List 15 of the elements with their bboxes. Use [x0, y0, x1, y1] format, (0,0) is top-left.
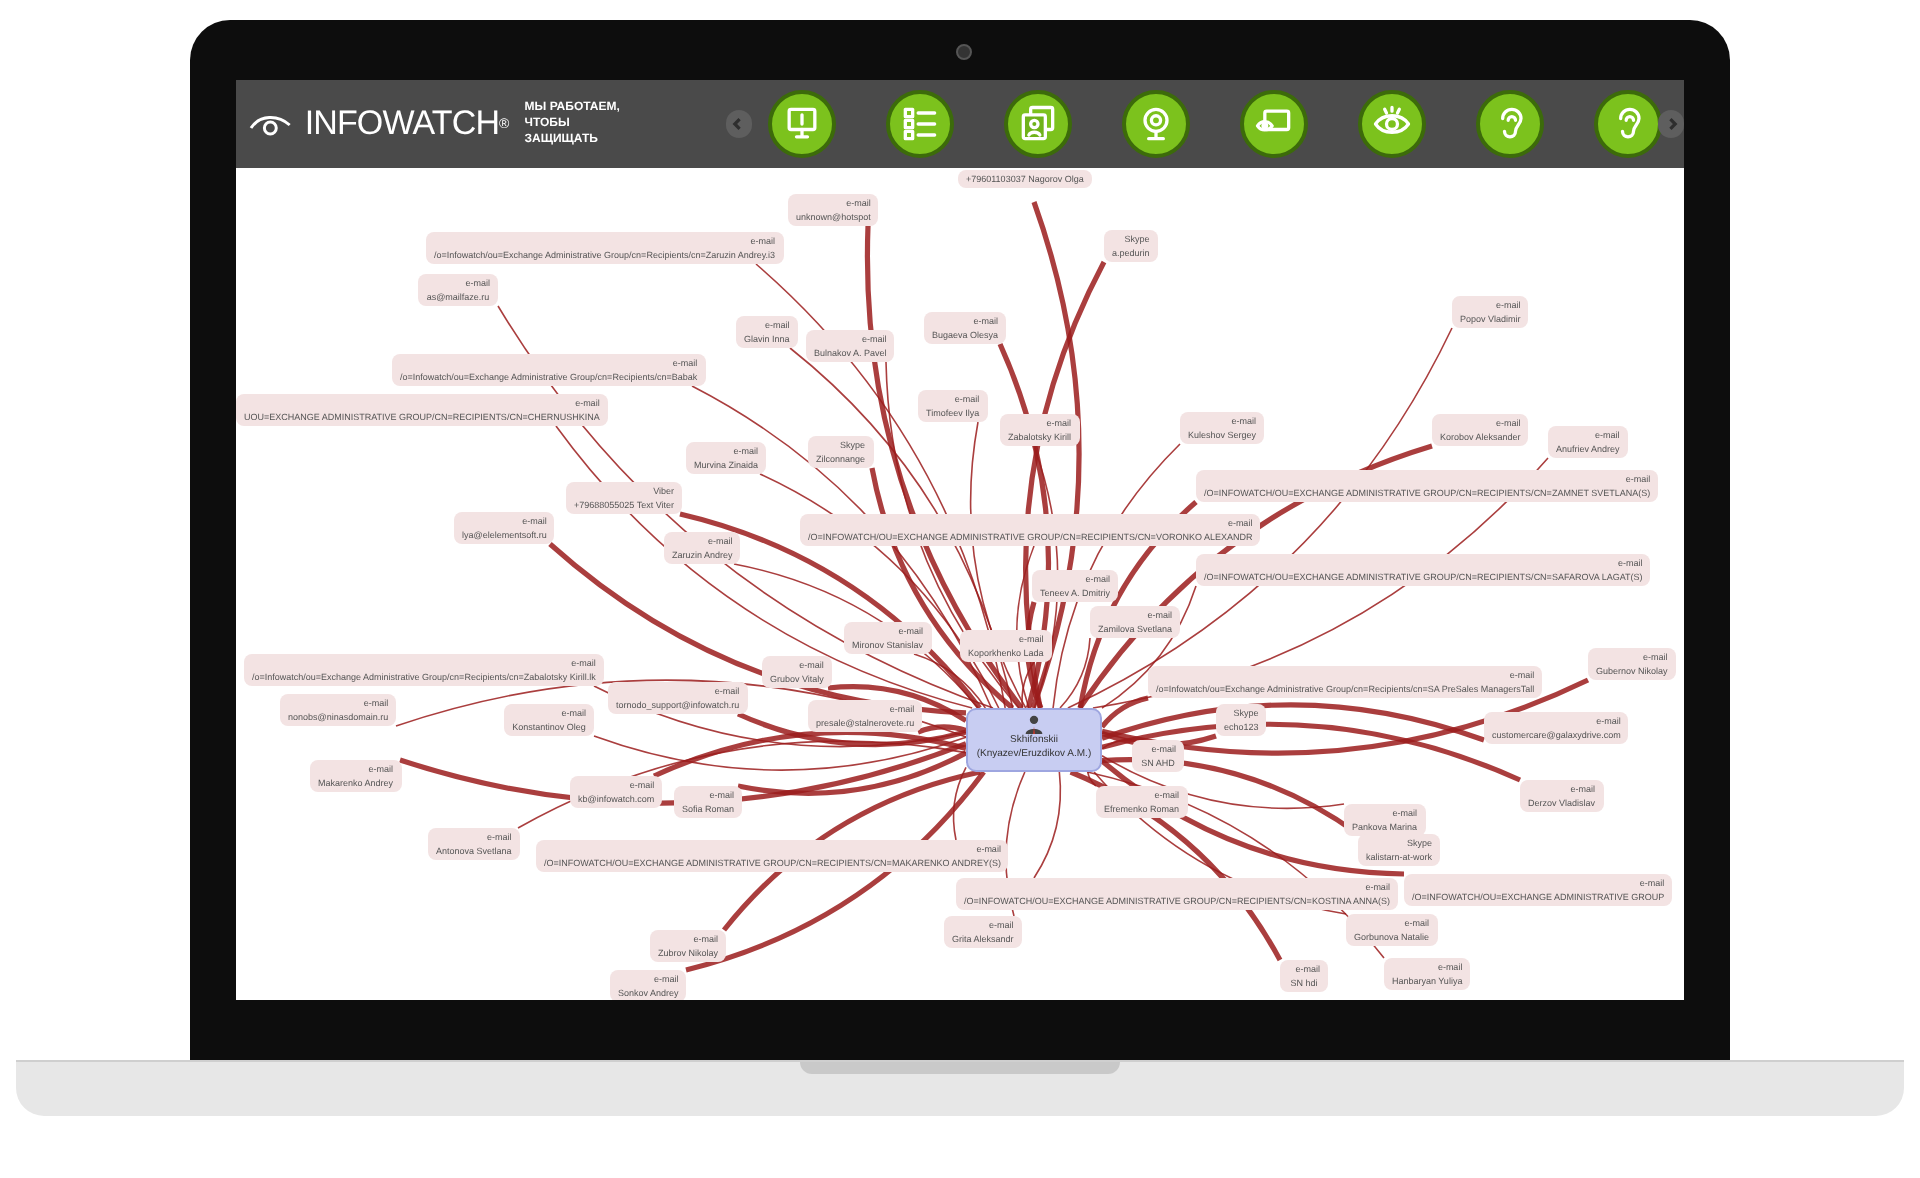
toolbar-button[interactable]: [1239, 90, 1308, 158]
toolbar-button[interactable]: [1593, 90, 1662, 158]
toolbar-button[interactable]: [1475, 90, 1544, 158]
toolbar-button[interactable]: [1357, 90, 1426, 158]
toolbar-button[interactable]: [1003, 90, 1072, 158]
toolbar-button[interactable]: [767, 90, 836, 158]
chevron-left-icon: [730, 116, 747, 132]
toolbar-button[interactable]: [1121, 90, 1190, 158]
camera-icon: [956, 44, 972, 60]
toolbar-button[interactable]: [885, 90, 954, 158]
connection-line: [1033, 771, 1062, 879]
eye-logo-icon: [248, 111, 293, 137]
person-icon: [1024, 714, 1044, 734]
chevron-right-icon: [1663, 116, 1679, 132]
brand-name: INFOWATCH$^{®}$: [304, 102, 509, 147]
